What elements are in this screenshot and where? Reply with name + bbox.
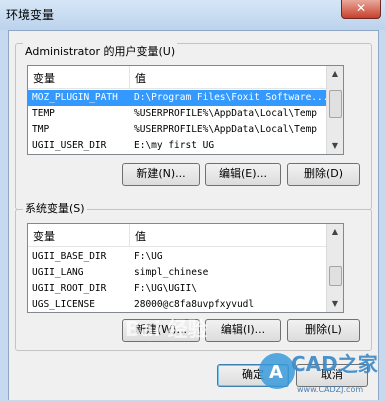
user-vars-scrollbar[interactable]: ▲ ▼ [326, 66, 343, 154]
user-var-name: UGII_USER_DIR [32, 140, 107, 151]
user-var-value: %USERPROFILE%\AppData\Local\Temp [134, 124, 318, 135]
system-var-value: 28000@c8fa8uvpfxyvudl [134, 299, 255, 310]
system-var-value: simpl_chinese [134, 267, 209, 278]
system-vars-header: 变量 值 [28, 224, 343, 247]
user-vars-list[interactable]: 变量 值 MOZ_PLUGIN_PATH D:\Program Files\Fo… [27, 65, 344, 155]
user-col-separator[interactable] [129, 66, 130, 88]
system-var-name: UGII_LANG [32, 267, 84, 278]
user-var-value: E:\my first UG [134, 140, 215, 151]
system-vars-list[interactable]: 变量 值 UGII_BASE_DIR F:\UG UGII_LANG simpl… [27, 223, 344, 313]
user-col-variable[interactable]: 变量 [33, 70, 55, 86]
user-var-name: TEMP [32, 108, 55, 119]
user-var-value: D:\Program Files\Foxit Software... [134, 92, 327, 103]
user-var-row[interactable]: TEMP %USERPROFILE%\AppData\Local\Temp [28, 106, 327, 122]
system-col-separator[interactable] [129, 224, 130, 246]
system-col-value[interactable]: 值 [135, 228, 146, 244]
system-var-row[interactable]: UGS_LICENSE 28000@c8fa8uvpfxyvudl [28, 297, 327, 312]
user-edit-button[interactable]: 编辑(E)... [205, 163, 281, 186]
user-new-button[interactable]: 新建(N)... [122, 163, 200, 186]
user-var-row[interactable]: MOZ_PLUGIN_PATH D:\Program Files\Foxit S… [28, 90, 327, 106]
svg-text:A: A [269, 362, 283, 383]
scroll-up-icon[interactable]: ▲ [327, 224, 343, 240]
user-var-row[interactable]: TMP %USERPROFILE%\AppData\Local\Temp [28, 122, 327, 138]
window-title: 环境变量 [6, 8, 55, 22]
svg-text:CAD之家: CAD之家 [291, 352, 379, 376]
system-var-name: UGII_BASE_DIR [32, 251, 107, 262]
system-var-name: UGII_ROOT_DIR [32, 283, 107, 294]
user-vars-group-label: Administrator 的用户变量(U) [23, 43, 178, 59]
user-vars-header: 变量 值 [28, 66, 343, 89]
system-var-value: F:\UG\UGII\ [134, 283, 197, 294]
watermark-site: www.CADZJ.com [297, 385, 364, 394]
user-var-name: MOZ_PLUGIN_PATH [32, 92, 118, 103]
system-var-name: UGS_LICENSE [32, 299, 95, 310]
system-vars-group-label: 系统变量(S) [23, 200, 87, 216]
watermark: A CAD之家 Bai 经验 www.CADZJ.com [125, 317, 385, 399]
title-bar[interactable]: 环境变量 ✕ [0, 0, 385, 30]
system-var-row[interactable]: UGII_BASE_DIR F:\UG [28, 249, 327, 265]
user-var-name: TMP [32, 124, 50, 135]
scroll-down-icon[interactable]: ▼ [327, 138, 343, 154]
system-var-row[interactable]: UGII_ROOT_DIR F:\UG\UGII\ [28, 281, 327, 297]
scroll-down-icon[interactable]: ▼ [327, 296, 343, 312]
user-delete-button[interactable]: 删除(D) [287, 163, 360, 186]
system-var-value: F:\UG [134, 251, 163, 262]
system-col-variable[interactable]: 变量 [33, 228, 55, 244]
watermark-text: Bai 经验 [125, 317, 208, 341]
scroll-thumb[interactable] [329, 90, 342, 118]
scroll-thumb[interactable] [329, 266, 342, 286]
scroll-up-icon[interactable]: ▲ [327, 66, 343, 82]
system-vars-scrollbar[interactable]: ▲ ▼ [326, 224, 343, 312]
user-col-value[interactable]: 值 [135, 70, 146, 86]
close-button[interactable]: ✕ [341, 0, 381, 19]
user-var-row[interactable]: UGII_USER_DIR E:\my first UG [28, 138, 327, 154]
user-var-value: %USERPROFILE%\AppData\Local\Temp [134, 108, 318, 119]
system-var-row[interactable]: UGII_LANG simpl_chinese [28, 265, 327, 281]
